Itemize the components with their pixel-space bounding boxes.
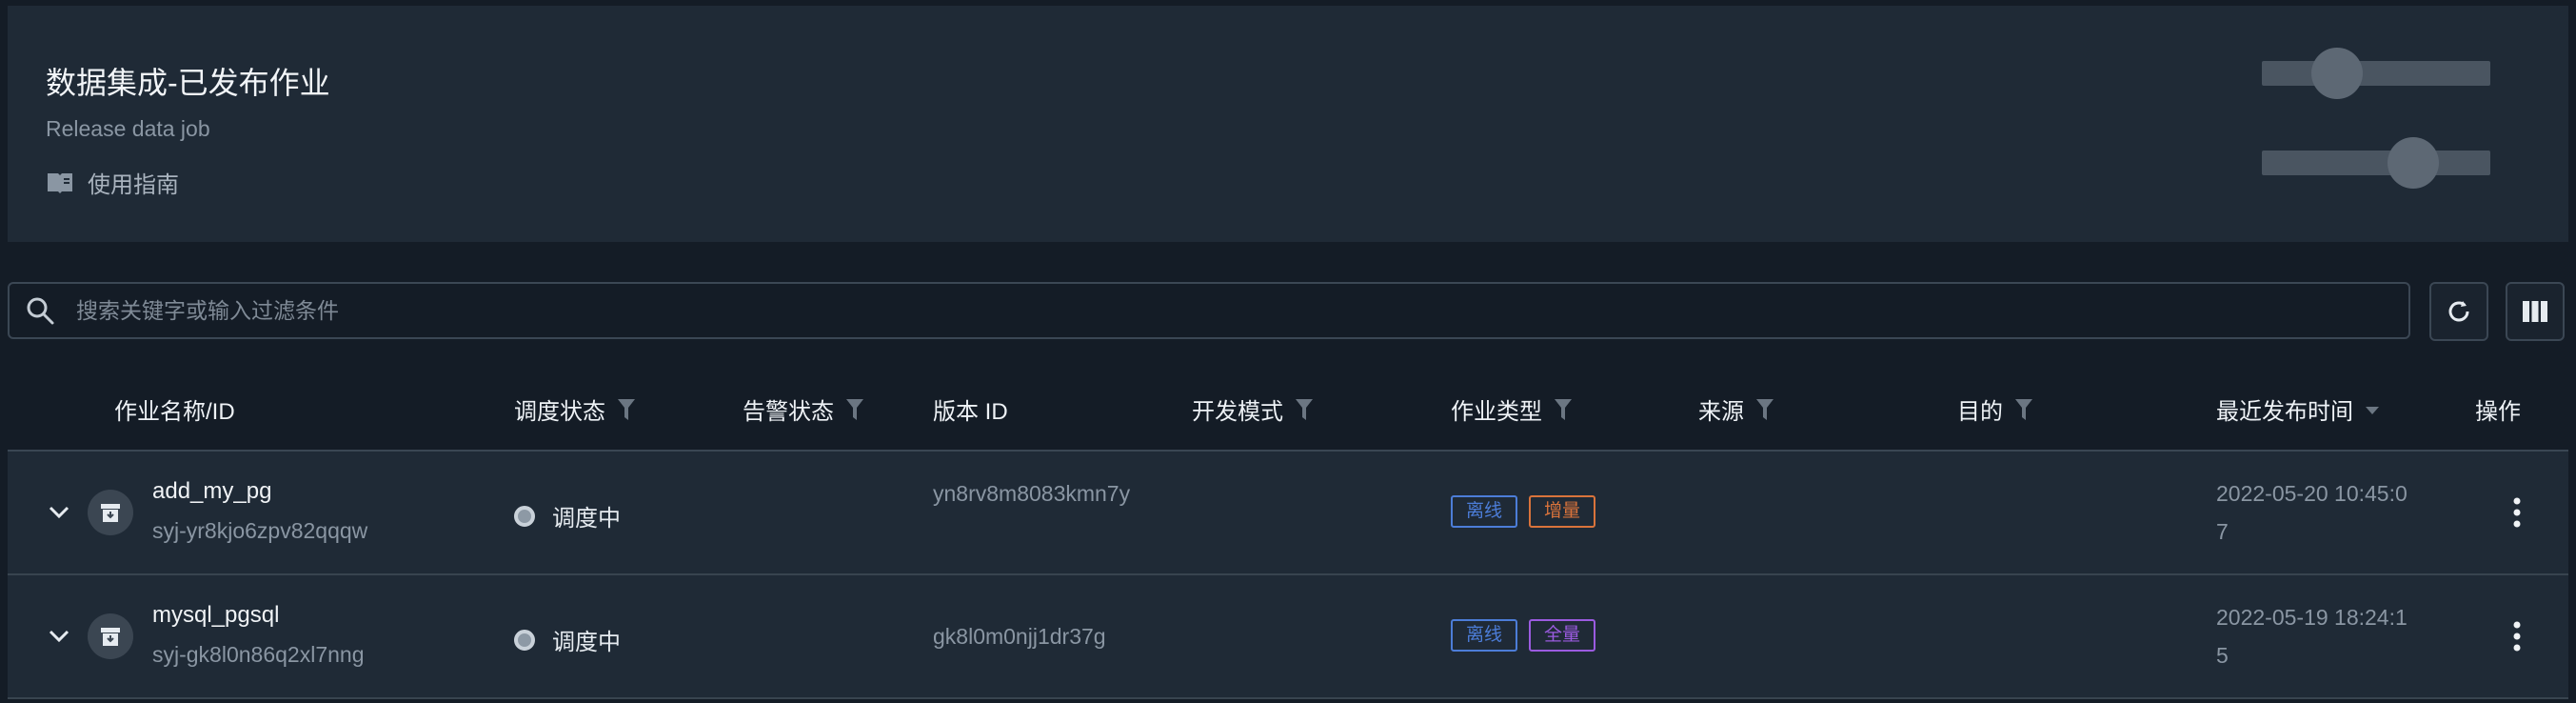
status-dot-icon bbox=[514, 629, 535, 651]
column-header-dev-mode: 开发模式 bbox=[1192, 392, 1314, 426]
job-archive-icon-wrapper bbox=[88, 490, 133, 535]
schedule-status-label: 调度中 bbox=[552, 506, 621, 532]
decorative-slider-bottom bbox=[2262, 137, 2490, 189]
search-input[interactable] bbox=[74, 296, 2408, 325]
tag-incremental: 增量 bbox=[1529, 495, 1596, 528]
refresh-button[interactable] bbox=[2429, 282, 2488, 341]
column-header-schedule-status: 调度状态 bbox=[514, 392, 636, 426]
column-label: 作业名称/ID bbox=[114, 399, 235, 425]
schedule-status: 调度中 bbox=[514, 623, 621, 656]
archive-icon bbox=[101, 628, 120, 646]
more-actions-button[interactable] bbox=[2498, 613, 2536, 659]
user-guide-label: 使用指南 bbox=[88, 172, 179, 198]
column-header-alert-status: 告警状态 bbox=[743, 392, 864, 426]
decorative-slider-top bbox=[2262, 48, 2490, 99]
column-header-job-type: 作业类型 bbox=[1451, 392, 1573, 426]
chevron-down-icon bbox=[49, 630, 69, 643]
filter-icon[interactable] bbox=[845, 397, 864, 422]
column-label: 来源 bbox=[1698, 399, 1744, 425]
last-release-time: 2022-05-19 18:24:15 bbox=[2216, 605, 2408, 668]
more-vertical-icon bbox=[2513, 497, 2521, 528]
column-header-target: 目的 bbox=[1957, 392, 2033, 426]
last-release-time: 2022-05-20 10:45:07 bbox=[2216, 481, 2408, 544]
book-icon bbox=[48, 172, 72, 193]
filter-icon[interactable] bbox=[617, 397, 636, 422]
schedule-status-label: 调度中 bbox=[552, 630, 621, 655]
expand-row-button[interactable] bbox=[42, 619, 76, 653]
columns-icon bbox=[2523, 301, 2547, 322]
page-subtitle: Release data job bbox=[46, 116, 210, 141]
job-id: syj-gk8l0n86q2xl7nng bbox=[152, 642, 365, 667]
version-id: gk8l0m0njj1dr37g bbox=[933, 624, 1106, 649]
page-title: 数据集成-已发布作业 bbox=[46, 66, 330, 100]
slider-knob bbox=[2388, 137, 2439, 189]
user-guide-link[interactable]: 使用指南 bbox=[46, 166, 179, 199]
more-vertical-icon bbox=[2513, 621, 2521, 652]
schedule-status: 调度中 bbox=[514, 499, 621, 532]
column-header-actions: 操作 bbox=[2475, 392, 2521, 426]
column-label: 调度状态 bbox=[514, 399, 605, 425]
column-header-last-release[interactable]: 最近发布时间 bbox=[2216, 392, 2380, 426]
search-icon bbox=[27, 297, 54, 325]
job-name[interactable]: mysql_pgsql bbox=[152, 602, 279, 629]
column-settings-button[interactable] bbox=[2506, 282, 2565, 341]
table-row: add_my_pg syj-yr8kjo6zpv82qqqw 调度中 yn8rv… bbox=[8, 452, 2568, 575]
table-row: mysql_pgsql syj-gk8l0n86q2xl7nng 调度中 gk8… bbox=[8, 575, 2568, 699]
column-header-source: 来源 bbox=[1698, 392, 1774, 426]
column-label: 作业类型 bbox=[1451, 399, 1542, 425]
column-label: 告警状态 bbox=[743, 399, 834, 425]
filter-icon[interactable] bbox=[2014, 397, 2033, 422]
filter-icon[interactable] bbox=[1295, 397, 1314, 422]
archive-icon bbox=[101, 504, 120, 522]
column-label: 操作 bbox=[2475, 399, 2521, 425]
column-label: 目的 bbox=[1957, 399, 2003, 425]
search-bar[interactable] bbox=[8, 282, 2410, 339]
tag-full: 全量 bbox=[1529, 619, 1596, 652]
refresh-icon bbox=[2448, 301, 2469, 322]
page-header: 数据集成-已发布作业 Release data job 使用指南 bbox=[8, 6, 2568, 242]
status-dot-icon bbox=[514, 505, 535, 527]
job-archive-icon-wrapper bbox=[88, 613, 133, 659]
column-header-name: 作业名称/ID bbox=[114, 392, 235, 426]
filter-icon[interactable] bbox=[1755, 397, 1774, 422]
sort-down-icon[interactable] bbox=[2365, 404, 2380, 415]
more-actions-button[interactable] bbox=[2498, 490, 2536, 535]
filter-icon[interactable] bbox=[1554, 397, 1573, 422]
job-type-tags: 离线 增量 bbox=[1451, 495, 1596, 528]
job-id: syj-yr8kjo6zpv82qqqw bbox=[152, 518, 368, 543]
column-label: 最近发布时间 bbox=[2216, 399, 2353, 425]
expand-row-button[interactable] bbox=[42, 495, 76, 530]
slider-knob bbox=[2311, 48, 2363, 99]
job-type-tags: 离线 全量 bbox=[1451, 619, 1596, 652]
job-name[interactable]: add_my_pg bbox=[152, 478, 271, 505]
chevron-down-icon bbox=[49, 506, 69, 519]
tag-offline: 离线 bbox=[1451, 495, 1518, 528]
column-label: 版本 ID bbox=[933, 399, 1008, 425]
tag-offline: 离线 bbox=[1451, 619, 1518, 652]
column-header-version-id: 版本 ID bbox=[933, 392, 1008, 426]
column-label: 开发模式 bbox=[1192, 399, 1283, 425]
version-id: yn8rv8m8083kmn7y bbox=[933, 481, 1131, 506]
table-header: 作业名称/ID 调度状态 告警状态 版本 ID 开发模式 作业类型 来源 目的 … bbox=[8, 366, 2568, 452]
